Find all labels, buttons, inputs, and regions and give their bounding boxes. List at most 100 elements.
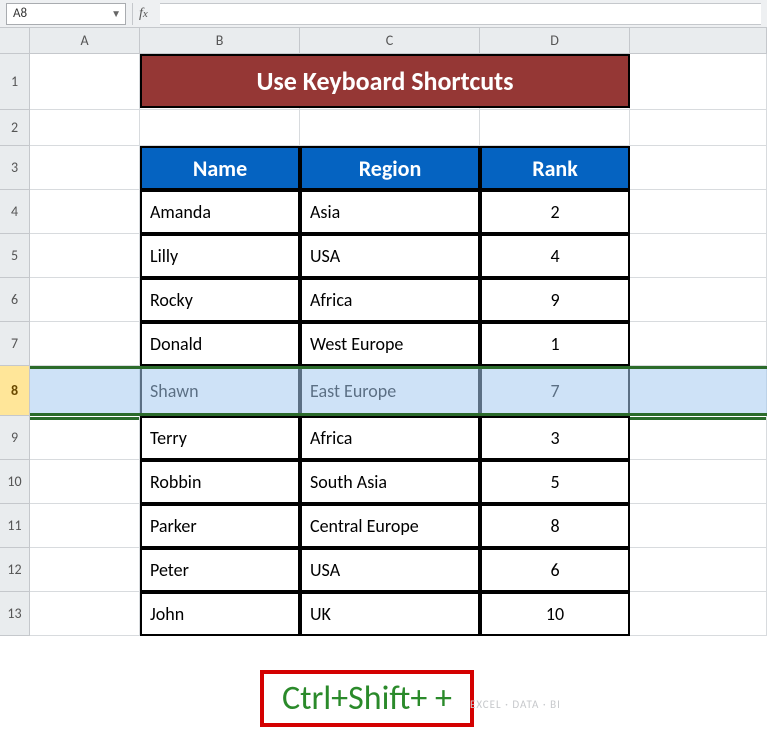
cell[interactable] [300,110,480,146]
cell[interactable] [30,592,140,636]
title-cell[interactable]: Use Keyboard Shortcuts [140,54,630,108]
cell-region[interactable]: South Asia [300,460,480,504]
cell[interactable] [480,110,630,146]
cell-name[interactable]: Rocky [140,278,300,322]
cell[interactable] [30,146,140,190]
cell-rank[interactable]: 7 [480,366,630,416]
cell[interactable] [30,234,140,278]
name-box[interactable]: A8 ▼ [6,3,126,25]
shortcut-callout: Ctrl+Shift+ + [260,670,474,727]
row-header[interactable]: 11 [0,504,29,548]
cell-region[interactable]: UK [300,592,480,636]
row-header[interactable]: 9 [0,416,29,460]
spreadsheet-grid: A B C D 1 2 3 4 5 6 7 8 9 10 11 12 13 Us… [0,28,767,741]
cell-region[interactable]: USA [300,234,480,278]
cell[interactable] [630,592,767,636]
row-header[interactable]: 10 [0,460,29,504]
cell[interactable] [630,234,767,278]
cell-name[interactable]: Peter [140,548,300,592]
cell-region[interactable]: USA [300,548,480,592]
cell-name[interactable]: John [140,592,300,636]
cell-region[interactable]: Africa [300,416,480,460]
cells-area[interactable]: Use Keyboard Shortcuts Name Region Rank … [30,54,767,636]
row-header[interactable]: 2 [0,110,29,146]
cell-name[interactable]: Shawn [140,366,300,416]
cell[interactable] [30,322,140,366]
formula-input[interactable] [160,3,761,25]
table-row: Amanda Asia 2 [30,190,767,234]
cell-region[interactable]: Africa [300,278,480,322]
col-header-b[interactable]: B [140,28,300,53]
row-header[interactable]: 6 [0,278,29,322]
cell[interactable] [630,110,767,146]
row-header[interactable]: 13 [0,592,29,636]
cell-name[interactable]: Parker [140,504,300,548]
cell-rank[interactable]: 3 [480,416,630,460]
cell[interactable] [30,416,140,460]
row-header[interactable]: 12 [0,548,29,592]
cell[interactable] [630,416,767,460]
header-name[interactable]: Name [140,146,300,190]
row: Name Region Rank [30,146,767,190]
cell[interactable] [630,54,767,110]
row-header[interactable]: 5 [0,234,29,278]
cell-region[interactable]: Central Europe [300,504,480,548]
cell[interactable] [30,110,140,146]
cell[interactable] [30,504,140,548]
cell[interactable] [30,190,140,234]
row-header[interactable]: 4 [0,190,29,234]
cell-rank[interactable]: 2 [480,190,630,234]
cell-region[interactable]: Asia [300,190,480,234]
cell[interactable] [630,322,767,366]
row-header[interactable]: 3 [0,146,29,190]
cell[interactable] [30,548,140,592]
cell-rank[interactable]: 10 [480,592,630,636]
cell[interactable] [630,460,767,504]
table-row: John UK 10 [30,592,767,636]
cell-rank[interactable]: 4 [480,234,630,278]
column-headers: A B C D [30,28,767,54]
table-row: Peter USA 6 [30,548,767,592]
cell[interactable] [630,504,767,548]
row-header[interactable]: 7 [0,322,29,366]
cell[interactable] [30,278,140,322]
col-header-d[interactable]: D [480,28,630,53]
cell-rank[interactable]: 8 [480,504,630,548]
cell-name[interactable]: Robbin [140,460,300,504]
header-region[interactable]: Region [300,146,480,190]
formula-area: fx [132,3,761,25]
cell-name[interactable]: Lilly [140,234,300,278]
cell-name[interactable]: Terry [140,416,300,460]
cell-rank[interactable]: 1 [480,322,630,366]
cell-name[interactable]: Amanda [140,190,300,234]
cell[interactable] [30,366,140,416]
watermark: EXCEL · DATA · BI [470,698,561,711]
col-header-c[interactable]: C [300,28,480,53]
table-row: Parker Central Europe 8 [30,504,767,548]
name-box-value: A8 [13,6,27,21]
cell[interactable] [630,548,767,592]
cell-region[interactable]: East Europe [300,366,480,416]
cell[interactable] [630,190,767,234]
select-all-corner[interactable] [0,28,30,54]
cell[interactable] [30,460,140,504]
row-header[interactable]: 1 [0,54,29,110]
cell-rank[interactable]: 5 [480,460,630,504]
fx-icon[interactable]: fx [132,3,154,25]
cell-rank[interactable]: 6 [480,548,630,592]
header-rank[interactable]: Rank [480,146,630,190]
cell[interactable] [630,366,767,416]
cell[interactable] [30,54,140,110]
col-header-a[interactable]: A [30,28,140,53]
cell[interactable] [630,146,767,190]
cell-region[interactable]: West Europe [300,322,480,366]
row-header-selected[interactable]: 8 [0,366,29,416]
col-header-rest [630,28,767,53]
cell[interactable] [140,110,300,146]
cell-rank[interactable]: 9 [480,278,630,322]
table-row: Rocky Africa 9 [30,278,767,322]
cell[interactable] [630,278,767,322]
cell-name[interactable]: Donald [140,322,300,366]
chevron-down-icon[interactable]: ▼ [111,7,121,20]
table-row-selected: Shawn East Europe 7 [30,366,767,416]
